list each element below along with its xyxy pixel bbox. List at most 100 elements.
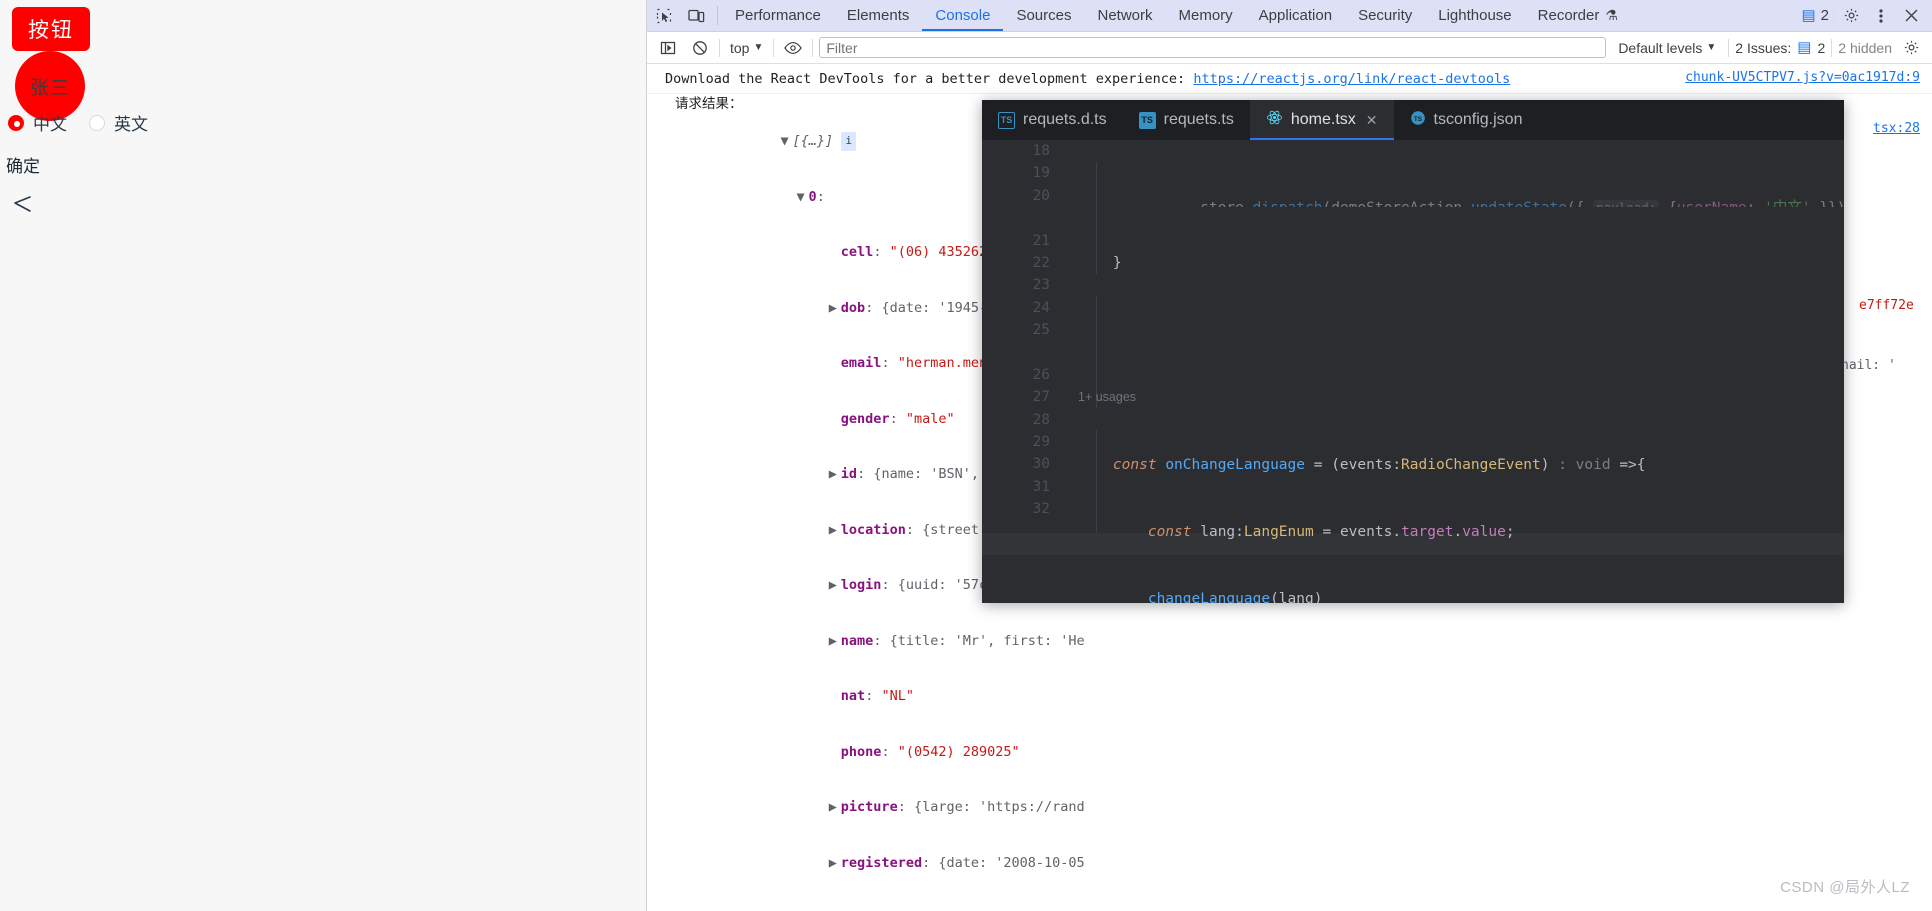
editor-tab-tsconfig-json[interactable]: TS tsconfig.json	[1394, 100, 1539, 140]
console-source-link[interactable]: chunk-UV5CTPV7.js?v=0ac1917d:9	[1685, 67, 1920, 89]
expand-triangle-icon[interactable]: ▼	[797, 188, 809, 207]
radio-option-chinese[interactable]: 中文	[8, 110, 67, 135]
tab-memory[interactable]: Memory	[1166, 0, 1246, 31]
editor-code-area[interactable]: 18 19 20 21 22 23 24 25 26 27 28 29 30 3…	[982, 140, 1844, 603]
message-icon: ▤	[1801, 7, 1816, 24]
line-number-blank	[982, 207, 1058, 229]
tab-elements[interactable]: Elements	[834, 0, 923, 31]
expand-triangle-icon[interactable]: ▼	[781, 132, 793, 151]
devtools-header-actions: ▤ 2	[1801, 0, 1932, 31]
more-vertical-icon[interactable]	[1868, 3, 1894, 29]
message-icon: ▤	[1797, 39, 1812, 56]
editor-tab-label: home.tsx	[1290, 111, 1356, 128]
line-number: 22	[1032, 254, 1050, 271]
prop-object-prototype[interactable]: ▶[[Prototype]]: Object	[715, 891, 1922, 911]
array-summary: [{…}]	[792, 133, 834, 149]
device-toolbar-icon[interactable]	[680, 0, 713, 31]
gear-icon[interactable]	[1838, 3, 1864, 29]
chevron-down-icon: ▼	[753, 42, 764, 53]
index-key: 0	[808, 188, 817, 205]
occluded-fragment-thumbnail: nail: '	[1841, 358, 1896, 373]
divider	[717, 6, 718, 25]
divider	[1728, 38, 1730, 57]
prop-value: {title: 'Mr', first: 'He	[889, 632, 1085, 649]
tab-sources[interactable]: Sources	[1003, 0, 1084, 31]
arrow-left-icon[interactable]	[6, 186, 40, 220]
expand-triangle-icon[interactable]: ▶	[829, 798, 841, 817]
prop-nat: nat: "NL"	[840, 688, 914, 704]
expand-triangle-icon[interactable]: ▶	[829, 632, 841, 651]
show-console-sidebar-icon[interactable]	[655, 35, 681, 61]
react-devtools-link[interactable]: https://reactjs.org/link/react-devtools	[1193, 71, 1510, 87]
close-icon[interactable]	[1898, 3, 1924, 29]
divider	[1831, 38, 1833, 57]
divider	[773, 38, 775, 57]
editor-tab-label: requets.ts	[1163, 111, 1234, 128]
tab-security[interactable]: Security	[1345, 0, 1425, 31]
expand-triangle-icon[interactable]: ▶	[829, 576, 841, 595]
eye-icon[interactable]	[780, 35, 806, 61]
log-levels-select[interactable]: Default levels ▼	[1612, 40, 1722, 56]
chevron-down-icon: ▼	[1706, 42, 1717, 53]
prop-value: {date: '2008-10-05	[938, 854, 1085, 871]
code-line-21: const onChangeLanguage = (events:RadioCh…	[1078, 456, 1646, 473]
issues-count: 2	[1817, 39, 1826, 56]
editor-tab-requets-ts[interactable]: TS requets.ts	[1123, 100, 1250, 140]
line-number: 31	[1032, 478, 1050, 495]
line-number: 18	[1032, 143, 1050, 159]
console-message-react-devtools: Download the React DevTools for a better…	[647, 65, 1932, 94]
prop-registered[interactable]: ▶ registered: {date: '2008-10-05	[715, 835, 1922, 891]
line-number: 26	[1032, 366, 1050, 383]
filter-input[interactable]	[819, 37, 1607, 58]
avatar-label: 张三	[29, 77, 70, 99]
tab-console[interactable]: Console	[922, 0, 1003, 31]
prop-key: location	[840, 521, 906, 538]
svg-text:TS: TS	[1413, 116, 1422, 123]
hidden-messages-count[interactable]: 2 hidden	[1838, 40, 1892, 56]
line-number: 20	[1032, 187, 1050, 204]
prop-value: {large: 'https://rand	[913, 799, 1085, 815]
clear-console-icon[interactable]	[687, 35, 713, 61]
header-issues-chip[interactable]: ▤ 2	[1801, 7, 1829, 24]
prop-picture[interactable]: ▶ picture: {large: 'https://rand	[715, 780, 1922, 836]
prop-key: email	[840, 355, 882, 371]
editor-tab-label: tsconfig.json	[1433, 111, 1523, 128]
flask-icon: ⚗	[1605, 7, 1618, 23]
expand-triangle-icon[interactable]: ▶	[829, 521, 841, 540]
expand-triangle-icon[interactable]: ▶	[829, 299, 841, 318]
editor-lines[interactable]: store.dispatch(demoStoreAction.updateSta…	[1078, 140, 1844, 603]
code-line-23: changeLanguage(lang)	[1078, 591, 1323, 603]
prop-key: dob	[840, 299, 866, 316]
console-settings-gear-icon[interactable]	[1898, 35, 1924, 61]
devtools-tabbar: Performance Elements Console Sources Net…	[647, 0, 1932, 32]
tab-lighthouse[interactable]: Lighthouse	[1425, 0, 1524, 31]
tab-recorder[interactable]: Recorder ⚗	[1525, 0, 1631, 31]
tab-network[interactable]: Network	[1084, 0, 1165, 31]
execution-context-select[interactable]: top ▼	[726, 40, 767, 56]
react-notice-text: Download the React DevTools for a better…	[665, 71, 1194, 87]
web-app-page: 按钮 张三 中文 英文 确定	[0, 0, 646, 911]
screenshot-root: 按钮 张三 中文 英文 确定 Performance Elements Cons…	[0, 0, 1932, 911]
line-number: 29	[1032, 434, 1050, 451]
header-issue-count: 2	[1820, 7, 1829, 24]
expand-triangle-icon[interactable]: ▶	[829, 854, 841, 873]
prop-value: "(0542) 289025"	[897, 743, 1020, 760]
execution-context-value: top	[730, 39, 750, 56]
tab-performance[interactable]: Performance	[722, 0, 834, 31]
close-icon[interactable]: ✕	[1366, 112, 1378, 129]
expand-triangle-icon[interactable]: ▶	[829, 465, 841, 484]
radio-dot-chinese[interactable]	[8, 114, 24, 131]
inspect-element-icon[interactable]	[647, 0, 680, 31]
radio-option-english[interactable]: 英文	[89, 110, 148, 135]
line-number-blank	[982, 342, 1058, 364]
issues-label[interactable]: 2 Issues:	[1735, 40, 1791, 56]
action-button[interactable]: 按钮	[12, 7, 90, 51]
tab-application[interactable]: Application	[1246, 0, 1345, 31]
editor-tab-home-tsx[interactable]: home.tsx ✕	[1249, 100, 1394, 140]
info-badge[interactable]: i	[841, 132, 856, 151]
prop-name[interactable]: ▶ name: {title: 'Mr', first: 'He	[715, 613, 1922, 669]
prop-key: id	[840, 466, 858, 482]
prop-value: "NL"	[881, 688, 914, 704]
editor-tab-requets-d-ts[interactable]: TS requets.d.ts	[982, 100, 1123, 140]
radio-dot-english[interactable]	[89, 114, 105, 131]
